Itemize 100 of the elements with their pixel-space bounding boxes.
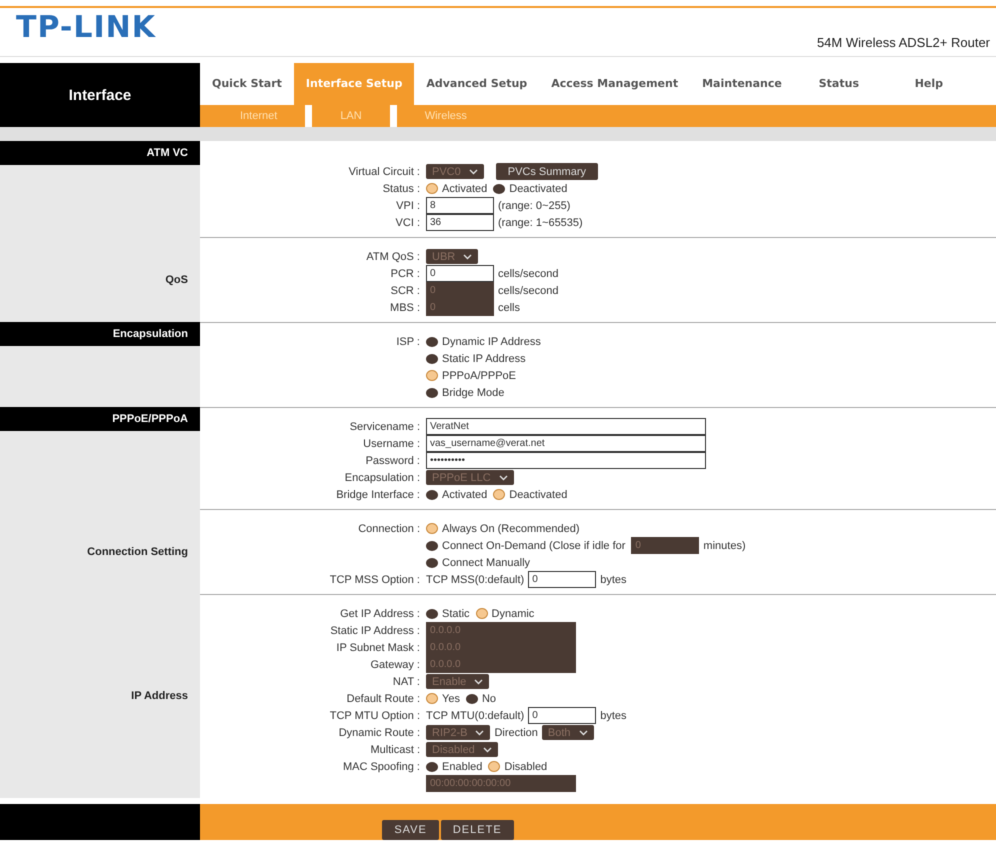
footer-button[interactable]: SAVE: [382, 820, 439, 840]
field-label: Servicename :: [350, 420, 420, 432]
radio-label: Always On (Recommended): [442, 522, 580, 534]
field-label: Dynamic Route :: [338, 726, 420, 738]
radio-button[interactable]: [426, 490, 438, 500]
radio-label: Static: [442, 608, 470, 620]
radio-button[interactable]: [426, 354, 438, 364]
radio-button[interactable]: [426, 762, 438, 772]
radio-label: Static IP Address: [442, 352, 526, 364]
input-field[interactable]: ••••••••••: [426, 452, 706, 469]
product-name: 54M Wireless ADSL2+ Router: [816, 35, 990, 50]
field-text: (range: 1~65535): [498, 216, 583, 228]
section-header: PPPoE/PPPoA: [0, 407, 200, 431]
radio-button[interactable]: [426, 370, 438, 381]
field-label: Gateway :: [370, 658, 420, 670]
radio-label: Dynamic: [492, 608, 534, 620]
field-text: TCP MTU(0:default): [426, 710, 524, 722]
field-text: bytes: [600, 710, 627, 722]
caret-icon: [468, 168, 478, 174]
field-label: MBS :: [390, 302, 420, 314]
radio-label: Enabled: [442, 760, 482, 772]
field-label: TCP MSS Option :: [330, 574, 420, 586]
radio-button[interactable]: [426, 540, 438, 550]
caret-icon: [498, 474, 508, 480]
section-label: IP Address: [130, 690, 189, 702]
section-title: Interface: [0, 63, 200, 127]
field-label: SCR :: [390, 284, 420, 296]
radio-button[interactable]: [426, 693, 438, 704]
field-text: TCP MSS(0:default): [426, 574, 524, 586]
radio-label: Deactivated: [509, 488, 568, 500]
field-label: Password :: [366, 454, 420, 466]
radio-button[interactable]: [426, 183, 438, 194]
radio-button[interactable]: [488, 761, 500, 772]
field-label: ATM QoS :: [366, 250, 420, 262]
radio-button[interactable]: [493, 184, 506, 194]
field-text: (range: 0~255): [498, 200, 570, 212]
field-label: Bridge Interface :: [336, 488, 420, 500]
logo: TP-LINK: [16, 10, 156, 45]
radio-label: Connect Manually: [442, 556, 530, 568]
subtab[interactable]: Wireless: [396, 110, 495, 122]
field-label: TCP MTU Option :: [330, 710, 420, 722]
radio-label: Bridge Mode: [442, 386, 504, 398]
input-field[interactable]: 36: [426, 214, 494, 231]
radio-button[interactable]: [466, 694, 478, 704]
section-label: QoS: [164, 274, 189, 286]
caret-icon: [474, 678, 484, 684]
tab-separator: [390, 105, 397, 127]
subtab[interactable]: Internet: [212, 110, 306, 122]
input-field[interactable]: 0: [528, 571, 596, 588]
radio-label: Activated: [442, 488, 488, 500]
field-text: bytes: [600, 574, 627, 586]
caret-icon: [578, 730, 588, 736]
radio-button[interactable]: [493, 489, 506, 500]
field-label: MAC Spoofing :: [342, 760, 420, 772]
field-label: NAT :: [392, 676, 420, 688]
input-field[interactable]: 0: [528, 707, 596, 724]
field-label: Username :: [363, 438, 420, 450]
radio-button[interactable]: [426, 558, 438, 568]
caret-icon: [475, 730, 484, 736]
radio-button[interactable]: [426, 523, 438, 534]
field-label: Default Route :: [346, 692, 420, 704]
radio-label: Disabled: [504, 760, 548, 772]
radio-label: Deactivated: [509, 182, 568, 194]
field-label: Multicast :: [370, 744, 420, 756]
field-label: Get IP Address :: [340, 608, 420, 620]
caret-icon: [463, 254, 472, 260]
radio-label: Activated: [442, 182, 488, 194]
radio-label: Yes: [442, 692, 460, 704]
field-label: Static IP Address :: [330, 624, 420, 636]
radio-button[interactable]: [426, 336, 438, 346]
section-header: ATM VC: [0, 141, 200, 165]
subtab[interactable]: LAN: [312, 110, 390, 122]
caret-icon: [482, 746, 492, 752]
input-field[interactable]: 8: [426, 197, 494, 214]
field-label: PCR :: [390, 268, 420, 280]
radio-label: Connect On-Demand (Close if idle for: [442, 540, 626, 552]
input-field[interactable]: 0: [426, 265, 494, 282]
field-label: ISP :: [396, 336, 420, 348]
field-text: Direction: [494, 726, 538, 738]
footer-button[interactable]: DELETE: [440, 820, 514, 840]
radio-button[interactable]: [426, 388, 438, 398]
radio-button[interactable]: [426, 608, 438, 618]
field-label: VCI :: [396, 216, 420, 228]
field-text: minutes): [703, 540, 746, 552]
section-label: Connection Setting: [86, 546, 189, 558]
field-text: cells/second: [498, 268, 559, 280]
radio-label: PPPoA/PPPoE: [442, 370, 516, 382]
summary-button[interactable]: PVCs Summary: [496, 163, 598, 180]
radio-label: No: [482, 692, 496, 704]
radio-label: Dynamic IP Address: [442, 336, 541, 348]
field-text: cells: [498, 302, 520, 314]
field-label: Connection :: [358, 522, 420, 534]
nav-tab[interactable]: Interface Setup: [294, 63, 414, 105]
input-field[interactable]: vas_username@verat.net: [426, 435, 706, 452]
tab-separator: [305, 105, 312, 127]
field-label: IP Subnet Mask :: [336, 642, 420, 654]
radio-button[interactable]: [476, 608, 488, 619]
section-header: Encapsulation: [0, 322, 200, 346]
input-field[interactable]: VeratNet: [426, 418, 706, 435]
field-label: VPI :: [396, 200, 420, 212]
